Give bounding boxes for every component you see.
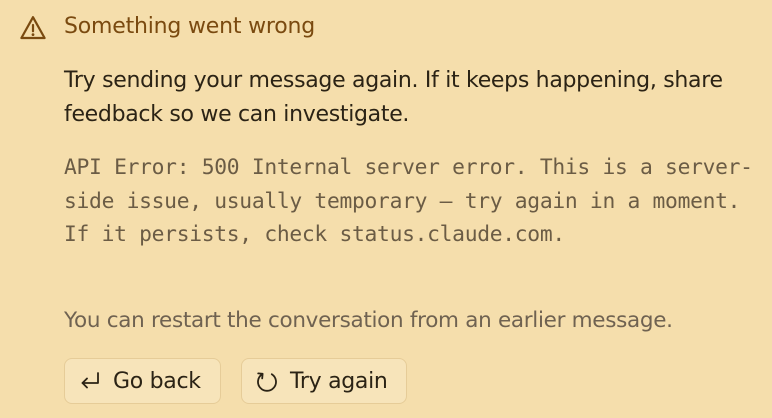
error-detail-code: API Error: 500 Internal server error. Th… — [64, 155, 753, 247]
retry-arrow-icon — [257, 372, 277, 392]
go-back-button[interactable]: Go back — [64, 358, 221, 404]
restart-hint: You can restart the conversation from an… — [64, 308, 673, 333]
try-again-button[interactable]: Try again — [241, 358, 407, 404]
error-alert: Something went wrong Try sending your me… — [0, 0, 772, 418]
warning-triangle-icon — [20, 16, 46, 40]
error-message: Try sending your message again. If it ke… — [64, 68, 723, 127]
go-back-label: Go back — [113, 368, 201, 394]
error-title: Something went wrong — [64, 14, 315, 39]
return-arrow-icon — [81, 372, 99, 389]
try-again-label: Try again — [290, 368, 388, 394]
